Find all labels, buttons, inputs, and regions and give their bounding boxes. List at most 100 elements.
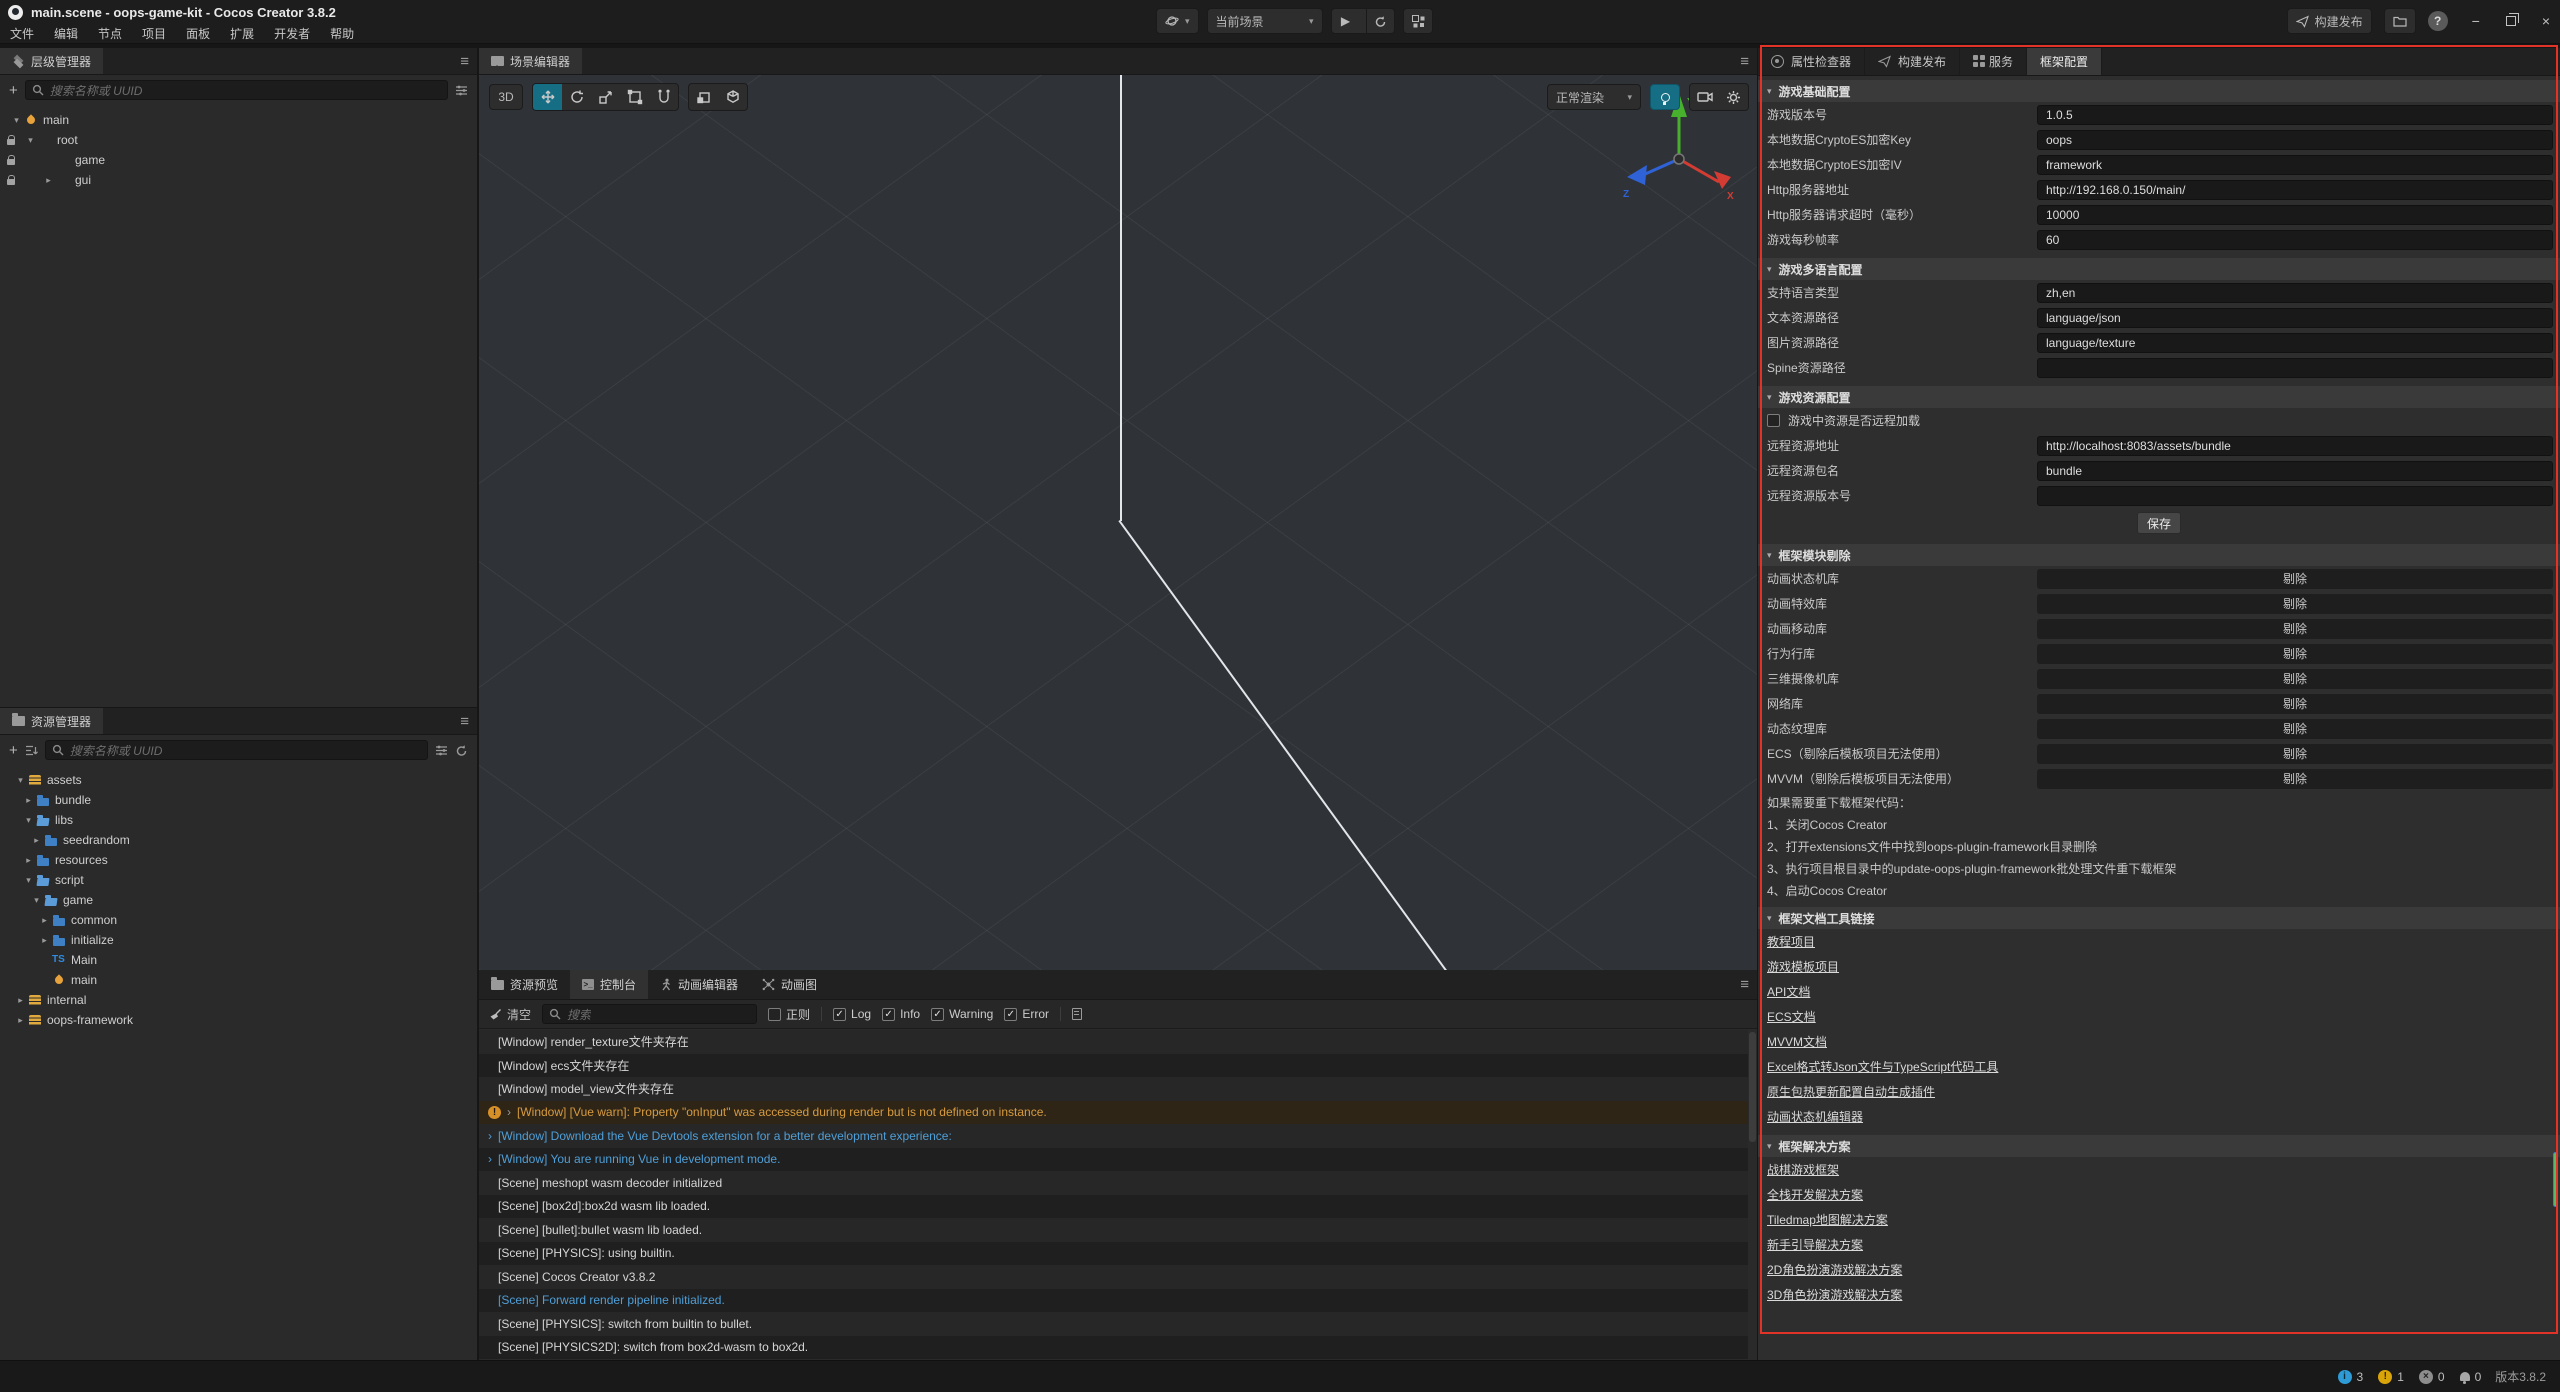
play-button[interactable]: ▶ — [1332, 8, 1360, 34]
tree-item[interactable]: common — [0, 910, 477, 930]
field-input[interactable]: framework — [2037, 155, 2553, 175]
strip-module-button[interactable]: 剔除 — [2037, 669, 2553, 689]
help-button[interactable]: ? — [2428, 11, 2448, 31]
error-count-group[interactable]: × 0 — [2419, 1370, 2445, 1384]
preview-qr-button[interactable] — [1403, 8, 1433, 34]
doc-link[interactable]: 教程项目 — [1767, 933, 1815, 950]
tree-item[interactable]: assets — [0, 770, 477, 790]
log-row[interactable]: › [Scene] [PHYSICS]: switch from builtin… — [479, 1312, 1748, 1336]
tree-item[interactable]: main — [0, 110, 477, 130]
field-input[interactable] — [2037, 486, 2553, 506]
chevron-icon[interactable] — [14, 775, 27, 786]
log-row[interactable]: › [Scene] [PHYSICS]: using builtin. — [479, 1242, 1748, 1266]
log-file-icon[interactable] — [1072, 1008, 1082, 1020]
menu-item[interactable]: 项目 — [132, 24, 176, 43]
menu-item[interactable]: 文件 — [0, 24, 44, 43]
close-button[interactable]: × — [2542, 13, 2550, 29]
panel-menu-icon[interactable]: ≡ — [1740, 970, 1749, 999]
field-input[interactable]: language/json — [2037, 308, 2553, 328]
field-input[interactable]: http://localhost:8083/assets/bundle — [2037, 436, 2553, 456]
section-solutions[interactable]: ▾ 框架解决方案 — [1758, 1135, 2560, 1157]
log-row[interactable]: › [Window] Download the Vue Devtools ext… — [479, 1124, 1748, 1148]
pivot-toggle-button[interactable] — [689, 84, 718, 110]
regex-checkbox[interactable]: 正则 — [768, 1006, 810, 1023]
field-input[interactable]: language/texture — [2037, 333, 2553, 353]
chevron-icon[interactable] — [22, 815, 35, 826]
assets-tab[interactable]: 资源管理器 — [0, 708, 103, 734]
maximize-button[interactable] — [2506, 16, 2516, 26]
log-filter-checkbox[interactable]: Info — [882, 1007, 920, 1021]
menu-item[interactable]: 面板 — [176, 24, 220, 43]
menu-item[interactable]: 节点 — [88, 24, 132, 43]
log-row[interactable]: › [Scene] meshopt wasm decoder initializ… — [479, 1171, 1748, 1195]
solution-link[interactable]: 全栈开发解决方案 — [1767, 1186, 1863, 1203]
chevron-icon[interactable] — [22, 855, 35, 866]
chevron-icon[interactable] — [42, 175, 55, 186]
log-row[interactable]: › [Scene] Cocos Creator v3.8.2 — [479, 1265, 1748, 1289]
save-button[interactable]: 保存 — [2137, 512, 2181, 534]
strip-module-button[interactable]: 剔除 — [2037, 569, 2553, 589]
chevron-icon[interactable] — [30, 835, 43, 846]
projection-3d-toggle[interactable]: 3D — [489, 84, 523, 110]
filter-icon[interactable] — [455, 85, 468, 96]
refresh-icon[interactable] — [455, 744, 468, 757]
tab-console[interactable]: >_ 控制台 — [570, 970, 648, 999]
warning-count-group[interactable]: ! 1 — [2378, 1370, 2404, 1384]
log-row[interactable]: › [Scene] Forward render pipeline initia… — [479, 1289, 1748, 1313]
tab-asset-preview[interactable]: 资源预览 — [479, 970, 570, 999]
expand-chevron-icon[interactable]: › — [507, 1105, 511, 1119]
chevron-icon[interactable] — [22, 795, 35, 806]
console-scrollbar[interactable] — [1749, 1032, 1756, 1142]
chevron-icon[interactable] — [38, 935, 51, 946]
assets-search-input[interactable]: 搜索名称或 UUID — [45, 740, 428, 760]
coordinate-space-button[interactable] — [718, 84, 747, 110]
scene-select-dropdown[interactable]: 当前场景 ▾ — [1207, 8, 1323, 34]
tree-item[interactable]: root — [0, 130, 477, 150]
section-doc-links[interactable]: ▾ 框架文档工具链接 — [1758, 907, 2560, 929]
lock-icon[interactable] — [7, 139, 15, 145]
log-filter-checkbox[interactable]: Error — [1004, 1007, 1049, 1021]
preview-target-dropdown[interactable]: ▾ — [1156, 8, 1199, 34]
field-input[interactable]: 60 — [2037, 230, 2553, 250]
log-row[interactable]: › [Scene] [bullet]:bullet wasm lib loade… — [479, 1218, 1748, 1242]
chevron-icon[interactable] — [24, 135, 37, 146]
tree-item[interactable]: internal — [0, 990, 477, 1010]
tree-item[interactable]: Main — [0, 950, 477, 970]
panel-menu-icon[interactable]: ≡ — [460, 708, 469, 734]
expand-chevron-icon[interactable]: › — [488, 1152, 492, 1166]
filter-icon[interactable] — [435, 745, 448, 756]
minimize-button[interactable]: − — [2472, 13, 2480, 29]
tree-item[interactable]: script — [0, 870, 477, 890]
chevron-icon[interactable] — [10, 115, 23, 126]
strip-module-button[interactable]: 剔除 — [2037, 619, 2553, 639]
log-row[interactable]: › [Window] You are running Vue in develo… — [479, 1148, 1748, 1172]
open-project-folder-button[interactable] — [2384, 8, 2416, 34]
field-input[interactable]: bundle — [2037, 461, 2553, 481]
doc-link[interactable]: MVVM文档 — [1767, 1033, 1827, 1050]
strip-module-button[interactable]: 剔除 — [2037, 769, 2553, 789]
rotate-tool-button[interactable] — [562, 84, 591, 110]
field-input[interactable]: 10000 — [2037, 205, 2553, 225]
menu-item[interactable]: 开发者 — [264, 24, 320, 43]
tree-item[interactable]: oops-framework — [0, 1010, 477, 1030]
strip-module-button[interactable]: 剔除 — [2037, 719, 2553, 739]
section-resource-config[interactable]: ▾ 游戏资源配置 — [1758, 386, 2560, 408]
field-input[interactable]: oops — [2037, 130, 2553, 150]
tab-build-publish[interactable]: 构建发布 — [1865, 48, 1960, 75]
strip-module-button[interactable]: 剔除 — [2037, 644, 2553, 664]
field-input[interactable] — [2037, 358, 2553, 378]
strip-module-button[interactable]: 剔除 — [2037, 694, 2553, 714]
console-search-input[interactable]: 搜索 — [542, 1004, 757, 1024]
section-language-config[interactable]: ▾ 游戏多语言配置 — [1758, 258, 2560, 280]
sort-assets-icon[interactable] — [25, 745, 38, 756]
section-module-strip[interactable]: ▾ 框架模块剔除 — [1758, 544, 2560, 566]
hierarchy-tab[interactable]: 层级管理器 — [0, 48, 103, 74]
tree-item[interactable]: gui — [0, 170, 477, 190]
tree-item[interactable]: main — [0, 970, 477, 990]
menu-item[interactable]: 帮助 — [320, 24, 364, 43]
field-input[interactable]: 1.0.5 — [2037, 105, 2553, 125]
scene-light-toggle[interactable] — [1650, 84, 1680, 110]
tab-framework-config[interactable]: 框架配置 — [2027, 48, 2102, 75]
rect-tool-button[interactable] — [620, 84, 649, 110]
move-tool-button[interactable] — [533, 84, 562, 110]
